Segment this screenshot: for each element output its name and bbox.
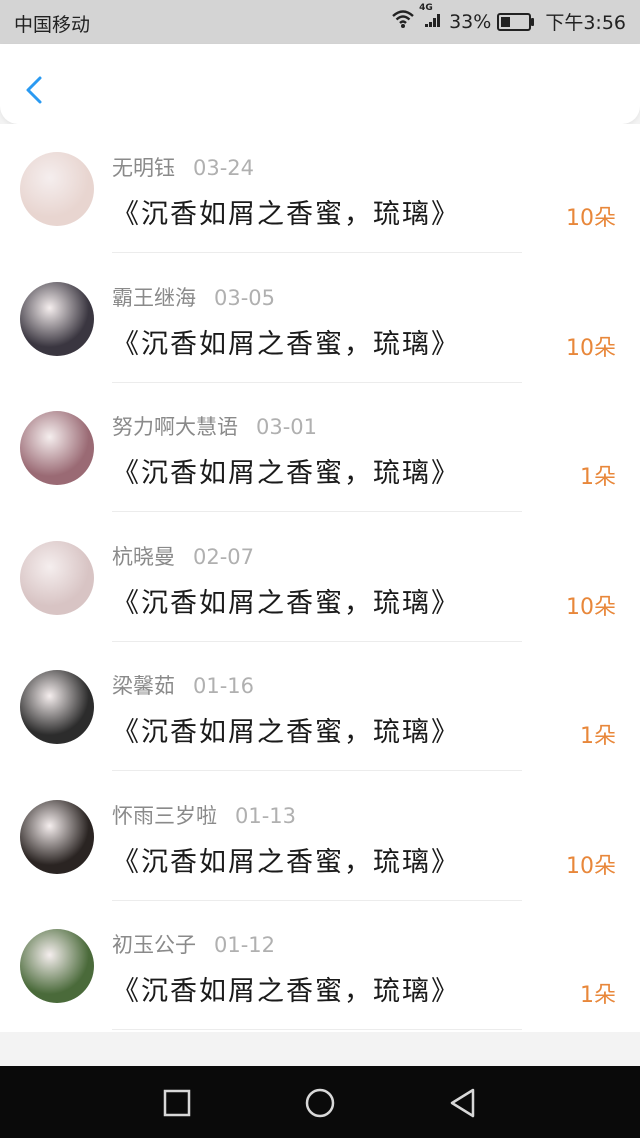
book-title: 《沉香如屑之香蜜，琉璃》 <box>112 976 460 1007</box>
system-nav-bar <box>0 1066 640 1138</box>
battery-percent: 33% <box>449 10 492 33</box>
gift-date: 03-05 <box>214 285 276 310</box>
sender-meta: 初玉公子 01-12 <box>112 929 275 959</box>
sender-meta: 努力啊大慧语 03-01 <box>112 411 317 441</box>
book-title: 《沉香如屑之香蜜，琉璃》 <box>112 717 460 748</box>
battery-fill <box>501 17 511 27</box>
back-triangle-icon <box>446 1088 480 1124</box>
avatar[interactable] <box>20 411 94 485</box>
list-item[interactable]: 努力啊大慧语 03-01 《沉香如屑之香蜜，琉璃》 1朵 <box>0 383 640 512</box>
sender-meta: 怀雨三岁啦 01-13 <box>112 800 296 830</box>
gift-amount: 1朵 <box>580 465 616 490</box>
row-divider <box>112 1029 522 1030</box>
list-item[interactable]: 初玉公子 01-12 《沉香如屑之香蜜，琉璃》 1朵 <box>0 901 640 1030</box>
list-item[interactable]: 梁馨茹 01-16 《沉香如屑之香蜜，琉璃》 1朵 <box>0 642 640 771</box>
avatar[interactable] <box>20 799 94 874</box>
gift-amount: 10朵 <box>566 335 616 361</box>
gift-amount: 10朵 <box>566 853 616 879</box>
gift-date: 03-24 <box>193 156 255 180</box>
avatar[interactable] <box>20 670 94 744</box>
home-circle-icon <box>303 1088 337 1124</box>
list-item[interactable]: 杭晓曼 02-07 《沉香如屑之香蜜，琉璃》 10朵 <box>0 513 640 642</box>
signal-icon: 4G <box>419 3 443 34</box>
network-type-label: 4G <box>419 3 433 13</box>
sender-name: 努力啊大慧语 <box>112 415 238 439</box>
battery-icon <box>497 11 535 33</box>
status-right: 4G 33% 下午3:56 <box>391 3 626 35</box>
sender-name: 怀雨三岁啦 <box>112 803 217 828</box>
sender-meta: 霸王继海 03-05 <box>112 282 275 312</box>
carrier-label: 中国移动 <box>14 14 91 36</box>
back-button[interactable] <box>18 70 50 110</box>
gift-date: 01-16 <box>193 674 255 698</box>
gift-date: 01-12 <box>214 933 276 957</box>
sender-name: 无明钰 <box>112 156 175 180</box>
sender-meta: 杭晓曼 02-07 <box>112 541 254 571</box>
book-title: 《沉香如屑之香蜜，琉璃》 <box>112 328 460 360</box>
sender-meta: 梁馨茹 01-16 <box>112 670 254 700</box>
sender-name: 初玉公子 <box>112 933 196 957</box>
gift-date: 01-13 <box>235 803 297 828</box>
book-title: 《沉香如屑之香蜜，琉璃》 <box>112 587 460 619</box>
gift-list: 无明钰 03-24 《沉香如屑之香蜜，琉璃》 10朵 霸王继海 03-05 《沉香如屑之香蜜… <box>0 124 640 1032</box>
list-item[interactable]: 霸王继海 03-05 《沉香如屑之香蜜，琉璃》 10朵 <box>0 254 640 383</box>
list-item[interactable]: 怀雨三岁啦 01-13 《沉香如屑之香蜜，琉璃》 10朵 <box>0 772 640 901</box>
avatar[interactable] <box>20 281 94 356</box>
gift-amount: 10朵 <box>566 206 616 231</box>
avatar[interactable] <box>20 540 94 615</box>
avatar[interactable] <box>20 152 94 226</box>
book-title: 《沉香如屑之香蜜，琉璃》 <box>112 199 460 230</box>
book-title: 《沉香如屑之香蜜，琉璃》 <box>112 458 460 489</box>
sender-name: 梁馨茹 <box>112 674 175 698</box>
sender-name: 杭晓曼 <box>112 544 175 569</box>
gift-date: 02-07 <box>193 544 255 569</box>
wifi-icon <box>391 9 415 34</box>
chevron-left-icon <box>18 76 50 114</box>
app-header <box>0 44 640 124</box>
book-title: 《沉香如屑之香蜜，琉璃》 <box>112 846 460 878</box>
recents-square-icon <box>160 1089 194 1124</box>
sender-meta: 无明钰 03-24 <box>112 152 254 182</box>
recents-button[interactable] <box>160 1086 194 1120</box>
list-item[interactable]: 无明钰 03-24 《沉香如屑之香蜜，琉璃》 10朵 <box>0 124 640 253</box>
gift-amount: 1朵 <box>580 983 616 1008</box>
system-back-button[interactable] <box>446 1086 480 1120</box>
gift-amount: 1朵 <box>580 724 616 749</box>
status-bar: 中国移动 4G 33% 下午3:56 <box>0 0 640 44</box>
sender-name: 霸王继海 <box>112 285 196 310</box>
gift-date: 03-01 <box>256 415 318 439</box>
clock: 下午3:56 <box>545 12 626 34</box>
gift-amount: 10朵 <box>566 594 616 620</box>
home-button[interactable] <box>303 1086 337 1120</box>
avatar[interactable] <box>20 929 94 1003</box>
